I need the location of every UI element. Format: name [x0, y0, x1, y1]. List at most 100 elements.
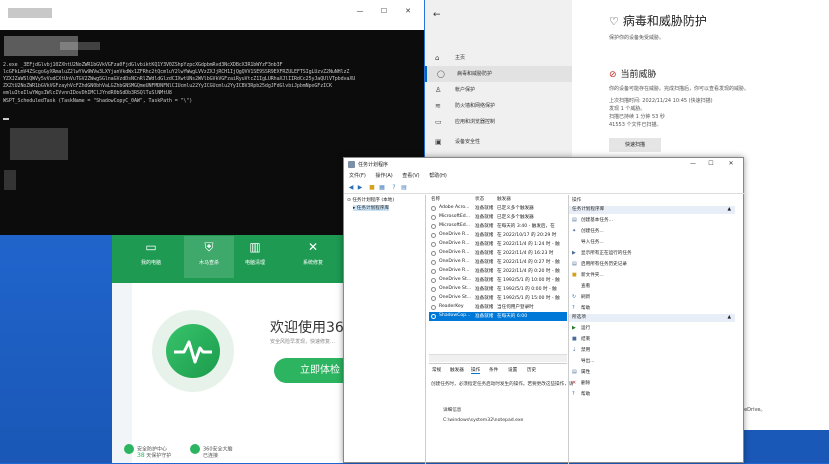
table-row[interactable]: OneDrive R... 准备就绪在 2022/11/4 的 1:24 时 - … — [429, 240, 567, 249]
task-status: 准备就绪 — [475, 215, 494, 220]
sidebar-item-firewall[interactable]: ≋ 防火墙和网络保护 — [425, 98, 572, 114]
task-trigger: 在 2022/11/4 的 0:27 时 - 触 — [497, 260, 560, 265]
task-trigger: 在 2022/11/4 的 16:23 时 — [497, 251, 554, 256]
footer-protection-center[interactable]: 安全防护中心 38 天保护守护 — [124, 444, 171, 459]
grid-view-icon[interactable]: ▦ — [378, 184, 386, 192]
panel-icon[interactable]: ▤ — [400, 184, 408, 192]
detail-column-header: 详细信息 — [443, 408, 462, 413]
table-row[interactable]: OneDrive R... 准备就绪在 2022/11/4 的 0:20 时 - … — [429, 267, 567, 276]
task-icon: ▤ — [572, 217, 577, 223]
action-label: 导入任务... — [581, 240, 604, 245]
task-name: OneDrive St... — [439, 286, 472, 291]
table-row[interactable]: OneDrive St... 准备就绪在 1992/5/1 的 15:00 时 -… — [429, 294, 567, 303]
close-button[interactable]: ✕ — [722, 158, 740, 170]
section-selected-header[interactable]: 所选项 ▲ — [569, 314, 735, 322]
threat-message: 你的设备可能存在威胁。完成扫描后，你可以查看发现的威胁。 — [609, 86, 750, 92]
nav-my-computer[interactable]: ▭ 我的电脑 — [126, 240, 176, 266]
action-folder[interactable]: ■ 新文件夹... — [572, 271, 604, 280]
help-icon[interactable]: ? — [390, 184, 398, 192]
app-window-icon: ▭ — [435, 118, 442, 126]
close-button[interactable]: ✕ — [397, 0, 419, 22]
menu-action[interactable]: 操作(A) — [375, 173, 392, 179]
action-blank[interactable]: 查看 — [572, 282, 590, 291]
tab-actions[interactable]: 操作 — [471, 367, 481, 374]
action-refresh[interactable]: ↻ 刷新 — [572, 293, 590, 302]
minimize-button[interactable]: — — [684, 158, 702, 170]
horizontal-scrollbar[interactable] — [429, 354, 567, 362]
sidebar-item-account-protection[interactable]: ♙ 帐户保护 — [425, 82, 572, 98]
nav-cleanup[interactable]: ▥ 电脑清理 — [230, 240, 280, 266]
table-row[interactable]: OneDrive R... 准备就绪在 2022/10/17 的 20:29 时 — [429, 231, 567, 240]
column-trigger[interactable]: 触发器 — [497, 196, 511, 202]
folder-icon: ■ — [572, 272, 577, 278]
sidebar-item-label: 应用和浏览器控制 — [455, 119, 496, 125]
action-task[interactable]: ▤ 创建基本任务... — [572, 216, 613, 225]
sidebar-item-app-browser[interactable]: ▭ 应用和浏览器控制 — [425, 114, 572, 130]
tab-conditions[interactable]: 条件 — [489, 367, 498, 373]
column-name[interactable]: 名称 — [431, 196, 440, 202]
console-line: ZXZtU2NoZWR1bGVkVGFzayhVcFZhdGN0bhVaLGZh… — [3, 83, 332, 89]
toolbar: ◀ ▶ ■ ▦ ? ▤ — [344, 183, 745, 194]
quick-scan-button[interactable]: 快速扫描 — [609, 138, 661, 152]
welcome-subtitle: 安全风险早发现，快速修复… — [270, 339, 336, 345]
console-cursor — [3, 118, 9, 120]
action-delete[interactable]: ✕ 删除 — [572, 379, 590, 388]
back-arrow-icon[interactable]: ◀ — [347, 184, 355, 192]
maximize-button[interactable]: ☐ — [373, 0, 395, 22]
action-stop[interactable]: ■ 结束 — [572, 335, 590, 344]
tree-item-local[interactable]: ⊙ 任务计划程序 (本地) — [347, 197, 394, 203]
action-label: 显示所有正在运行的任务 — [581, 251, 632, 256]
folder-up-icon[interactable]: ■ — [368, 184, 376, 192]
table-row[interactable]: ShadowCop... 准备就绪 在每天的 6:00 — [429, 312, 567, 321]
tree-item-library[interactable]: ▸ 任务计划程序库 — [353, 205, 389, 211]
tab-triggers[interactable]: 触发器 — [450, 367, 464, 373]
sidebar-item-home[interactable]: ⌂ 主页 — [425, 50, 572, 66]
section-library-header[interactable]: 任务计划程序库 ▲ — [569, 206, 735, 214]
column-status[interactable]: 状态 — [475, 196, 484, 202]
forward-arrow-icon[interactable]: ▶ — [356, 184, 364, 192]
footer-security-brain[interactable]: 360安全大脑 已连接 — [190, 444, 233, 459]
action-run-list[interactable]: ▶ 显示所有正在运行的任务 — [572, 249, 632, 258]
tab-history[interactable]: 历史 — [527, 367, 536, 373]
menu-file[interactable]: 文件(F) — [349, 173, 366, 179]
nav-trojan-scan[interactable]: ⛨ 木马查杀 — [184, 236, 234, 278]
maximize-button[interactable]: ☐ — [702, 158, 720, 170]
tab-settings[interactable]: 设置 — [508, 367, 517, 373]
app-360-side-panel — [112, 283, 132, 463]
footer-subline: 38 天保护守护 — [137, 452, 171, 459]
action-label: 帮助 — [581, 392, 591, 397]
table-row[interactable]: OneDrive St... 准备就绪在 1992/5/1 的 10:00 时 -… — [429, 276, 567, 285]
stop-icon: ■ — [572, 336, 577, 342]
tab-general[interactable]: 常规 — [432, 367, 441, 373]
minimize-button[interactable]: — — [349, 0, 371, 22]
action-blank[interactable]: 导出... — [572, 357, 595, 366]
table-row[interactable]: OneDrive St... 准备就绪在 1992/5/1 的 0:00 时 - … — [429, 285, 567, 294]
table-row[interactable]: OneDrive R... 准备就绪在 2022/11/4 的 16:23 时 — [429, 249, 567, 258]
task-trigger: 在每天的 6:00 — [497, 314, 528, 319]
action-blank[interactable]: 导入任务... — [572, 238, 604, 247]
table-row[interactable]: MicrosoftEd... 准备就绪 在每天的 3:40 - 触发后，在 — [429, 222, 567, 231]
clock-icon — [348, 161, 355, 168]
back-arrow-icon[interactable]: ← — [433, 10, 441, 20]
task-status: 准备就绪 — [475, 269, 494, 274]
task-status: 准备就绪 — [475, 224, 494, 229]
current-threats-heading: ⊘ 当前威胁 — [609, 67, 657, 80]
table-row[interactable]: ReaderKey 准备就绪 当任何用户登录时 — [429, 303, 567, 312]
nav-system-repair[interactable]: ✕ 系统修复 — [288, 240, 338, 266]
task-name: OneDrive St... — [439, 277, 472, 282]
action-help[interactable]: ? 帮助 — [572, 390, 590, 399]
table-row[interactable]: MicrosoftEd... 准备就绪 已定义多个触发器 — [429, 213, 567, 222]
action-properties[interactable]: ▤ 属性 — [572, 368, 590, 377]
shield-icon: ♡ — [609, 15, 619, 28]
sidebar-item-device-security[interactable]: ▣ 设备安全性 — [425, 134, 572, 150]
action-play[interactable]: ▶ 运行 — [572, 324, 590, 333]
table-row[interactable]: Adobe Acro... 准备就绪 已定义多个触发器 — [429, 204, 567, 213]
action-help[interactable]: ? 帮助 — [572, 304, 590, 313]
sidebar-item-virus-protection[interactable]: ◯ 病毒和威胁防护 — [425, 66, 572, 82]
menu-help[interactable]: 帮助(H) — [429, 173, 447, 179]
table-row[interactable]: OneDrive R... 准备就绪在 2022/11/4 的 0:27 时 - … — [429, 258, 567, 267]
menu-view[interactable]: 查看(V) — [402, 173, 419, 179]
action-history[interactable]: ▤ 启用所有任务历史记录 — [572, 260, 627, 269]
action-new-task[interactable]: ✦ 创建任务... — [572, 227, 604, 236]
action-disable[interactable]: ⇣ 禁用 — [572, 346, 590, 355]
